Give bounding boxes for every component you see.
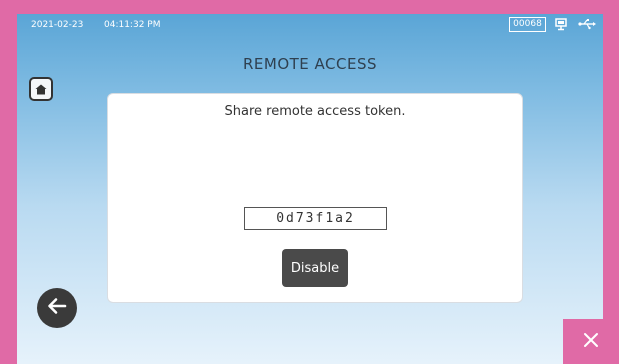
status-bar: 2021-02-23 04:11:32 PM 00068 xyxy=(17,14,603,36)
status-time: 04:11:32 PM xyxy=(104,20,161,30)
home-icon xyxy=(35,80,47,99)
back-button[interactable] xyxy=(37,288,77,328)
access-token-field: 0d73f1a2 xyxy=(244,207,387,230)
page-title: REMOTE ACCESS xyxy=(242,55,378,73)
screen: 2021-02-23 04:11:32 PM 00068 REMOTE ACCE… xyxy=(17,14,603,364)
status-counter: 00068 xyxy=(509,17,546,32)
remote-access-dialog: Share remote access token. 0d73f1a2 Disa… xyxy=(107,93,523,303)
usb-icon xyxy=(578,18,596,33)
dialog-message: Share remote access token. xyxy=(224,104,406,119)
status-date: 2021-02-23 xyxy=(31,20,84,30)
monitor-icon xyxy=(555,18,567,34)
disable-button[interactable]: Disable xyxy=(282,249,348,287)
back-arrow-icon xyxy=(45,294,69,322)
home-button[interactable] xyxy=(29,77,53,101)
close-button[interactable] xyxy=(563,319,619,364)
close-icon xyxy=(583,332,599,352)
